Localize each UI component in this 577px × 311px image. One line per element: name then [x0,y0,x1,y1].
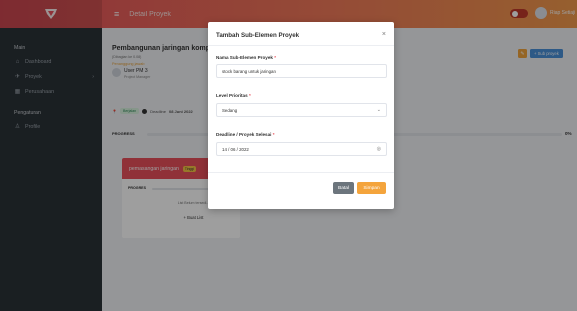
save-button[interactable]: Simpan [357,182,386,194]
priority-select[interactable]: Sedang ⌄ [216,103,387,117]
sub-element-name-input[interactable]: stock barang untuk jaringan [216,64,387,78]
cancel-button[interactable]: Batal [333,182,354,194]
priority-field-label: Level Prioritas * [216,93,251,98]
close-icon[interactable]: × [382,31,386,38]
deadline-date-input[interactable]: 14 / 06 / 2022 ◎ [216,142,387,156]
add-sub-element-modal: Tambah Sub-Elemen Proyek × Nama Sub-Elem… [208,22,394,209]
chevron-down-icon: ⌄ [376,107,381,113]
modal-title: Tambah Sub-Elemen Proyek [216,32,300,39]
name-field-label: Nama Sub-Elemen Proyek * [216,55,277,60]
deadline-field-label: Deadline / Proyek Selesai * [216,132,275,137]
calendar-icon[interactable]: ◎ [377,146,381,152]
modal-footer-divider [208,172,394,173]
modal-header-divider [208,45,394,46]
